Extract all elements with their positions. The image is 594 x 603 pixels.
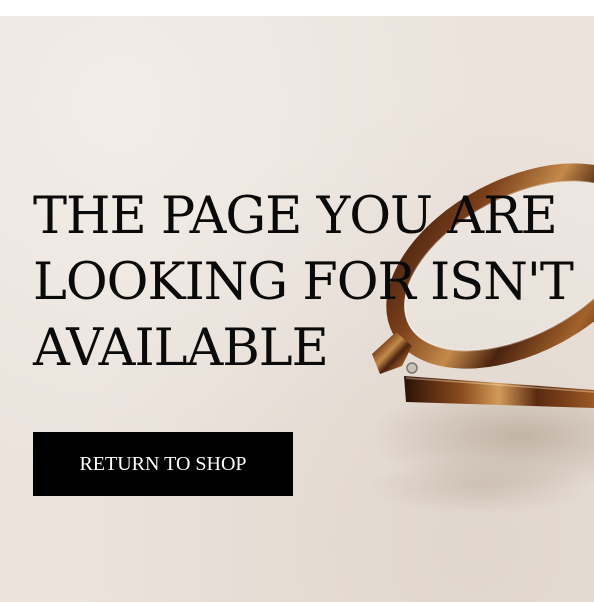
not-found-page: THE PAGE YOU ARE LOOKING FOR ISN'T AVAIL… xyxy=(0,0,594,603)
page-title-line-1: THE PAGE YOU ARE xyxy=(33,187,558,246)
page-title-line-2: LOOKING FOR ISN'T xyxy=(33,253,574,312)
page-title-line-3: AVAILABLE xyxy=(33,319,329,378)
page-title: THE PAGE YOU ARE LOOKING FOR ISN'T AVAIL… xyxy=(33,184,594,382)
hero-section: THE PAGE YOU ARE LOOKING FOR ISN'T AVAIL… xyxy=(0,16,594,602)
return-to-shop-button[interactable]: RETURN TO SHOP xyxy=(33,432,293,496)
